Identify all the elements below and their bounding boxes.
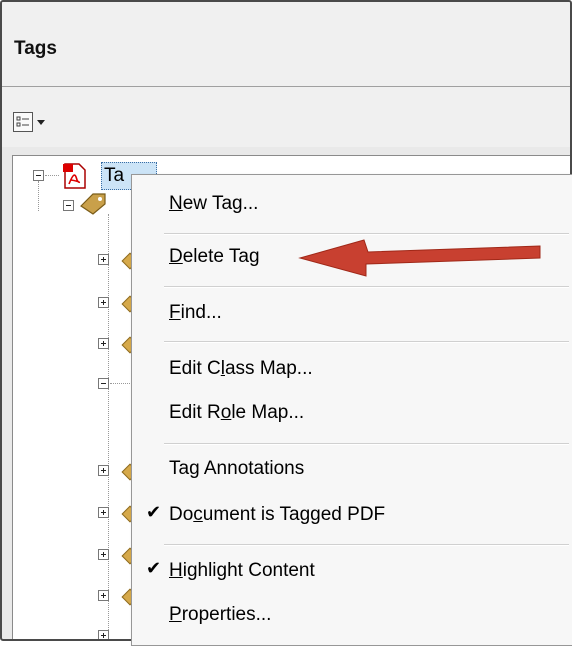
menu-separator xyxy=(164,443,569,445)
chevron-down-icon xyxy=(37,119,45,125)
menu-item-label: Find... xyxy=(169,302,222,323)
expand-icon[interactable] xyxy=(98,507,109,518)
menu-item-edit-role-map[interactable]: Edit Role Map... xyxy=(132,396,572,432)
menu-item-tag-annotations[interactable]: Tag Annotations xyxy=(132,452,572,488)
annotation-arrow-icon xyxy=(298,239,541,277)
checkmark-icon: ✔ xyxy=(146,558,162,578)
expand-icon[interactable] xyxy=(98,590,109,601)
menu-item-find[interactable]: Find... xyxy=(132,296,572,332)
expand-icon[interactable] xyxy=(98,549,109,560)
menu-separator xyxy=(164,544,569,546)
menu-item-label: Edit Class Map... xyxy=(169,358,313,379)
menu-item-label: New Tag... xyxy=(169,193,259,214)
options-menu-button[interactable] xyxy=(13,111,51,133)
collapse-icon[interactable] xyxy=(33,170,44,181)
pdf-document-icon xyxy=(61,162,89,190)
menu-item-label: Document is Tagged PDF xyxy=(169,504,386,525)
menu-item-new-tag[interactable]: New Tag... xyxy=(132,187,572,223)
collapse-icon[interactable] xyxy=(63,200,74,211)
menu-item-highlight-content[interactable]: ✔ Highlight Content xyxy=(132,554,572,590)
expand-icon[interactable] xyxy=(98,297,109,308)
expand-icon[interactable] xyxy=(98,465,109,476)
expand-icon[interactable] xyxy=(98,254,109,265)
menu-separator xyxy=(164,286,569,288)
menu-item-label: Delete Tag xyxy=(169,246,260,267)
panel-header: Tags xyxy=(2,2,570,87)
expand-icon[interactable] xyxy=(98,338,109,349)
tag-icon xyxy=(79,190,109,216)
checkmark-icon: ✔ xyxy=(146,502,162,522)
collapse-icon[interactable] xyxy=(98,378,109,389)
options-icon xyxy=(13,112,33,132)
menu-separator xyxy=(164,341,569,343)
menu-item-edit-class-map[interactable]: Edit Class Map... xyxy=(132,352,572,388)
panel-title: Tags xyxy=(14,38,57,59)
menu-item-label: Edit Role Map... xyxy=(169,402,305,423)
menu-item-document-is-tagged-pdf[interactable]: ✔ Document is Tagged PDF xyxy=(132,498,572,534)
panel-toolbar xyxy=(2,87,570,147)
menu-item-label: Tag Annotations xyxy=(169,458,305,479)
menu-item-label: Highlight Content xyxy=(169,560,315,581)
menu-item-label: Properties... xyxy=(169,604,272,625)
menu-item-properties[interactable]: Properties... xyxy=(132,598,572,634)
expand-icon[interactable] xyxy=(98,630,109,639)
